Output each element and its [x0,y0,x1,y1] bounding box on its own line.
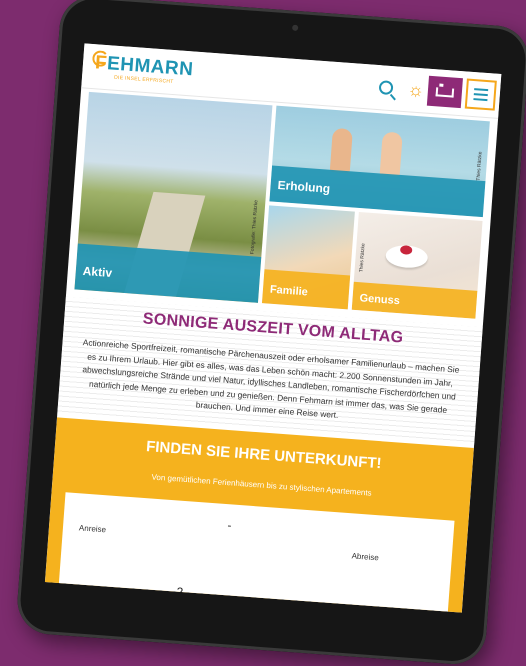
tile-label-aktiv: Aktiv [82,263,113,281]
tablet-bezel: FEHMARN DIE INSEL ERFRISCHT ☼ Aktiv Foto… [15,0,526,666]
tile-label-genuss: Genuss [359,292,401,308]
photo-credit: Fotografie: Thies Rätzke [249,199,260,255]
tablet-device: FEHMARN DIE INSEL ERFRISCHT ☼ Aktiv Foto… [0,0,526,666]
booking-section: FINDEN SIE IHRE UNTERKUNFT! Von gemütlic… [44,417,474,613]
tile-familie[interactable]: Familie [261,205,355,310]
search-icon [378,80,394,96]
hamburger-line [473,98,488,102]
hamburger-line [473,93,488,97]
tile-erholung[interactable]: Erholung Thies Rätzke [269,105,490,218]
weather-button[interactable]: ☼ [403,77,429,103]
booking-form: Anreise - Abreise 2 0 [58,492,455,613]
search-button[interactable] [373,75,399,101]
photo-credit: Thies Rätzke [475,151,484,181]
menu-button[interactable] [464,78,497,111]
camera-icon [291,24,299,32]
tablet-screen: FEHMARN DIE INSEL ERFRISCHT ☼ Aktiv Foto… [44,43,502,613]
photo-credit: Thies Rätzke [358,242,367,273]
accommodation-button[interactable] [426,75,463,109]
date-separator: - [227,518,233,533]
adults-count[interactable]: 2 [176,585,184,599]
category-tiles: Aktiv Fotografie: Thies Rätzke Erholung … [66,87,498,327]
fehmarn-logo[interactable]: FEHMARN DIE INSEL ERFRISCHT [91,50,194,86]
yoga-figure [329,127,353,174]
hamburger-line [474,88,489,92]
yoga-figure [379,131,403,177]
arrival-field[interactable]: Anreise [79,523,107,534]
tile-aktiv[interactable]: Aktiv Fotografie: Thies Rätzke [74,91,273,303]
sun-icon: ☼ [407,78,425,100]
tile-label-familie: Familie [269,283,309,299]
departure-field[interactable]: Abreise [351,551,379,562]
bed-icon [435,86,455,98]
children-count[interactable]: 0 [233,595,241,609]
tile-genuss[interactable]: Genuss Thies Rätzke [351,211,483,319]
